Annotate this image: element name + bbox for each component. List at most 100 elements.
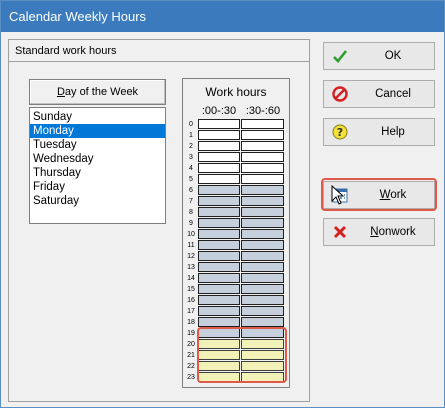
hour-row: 4 — [183, 163, 289, 174]
hour-label: 10 — [187, 231, 195, 238]
day-list-item[interactable]: Sunday — [30, 110, 165, 124]
hour-row: 9 — [183, 218, 289, 229]
hour-cell-second-half[interactable] — [241, 141, 284, 151]
hour-label: 9 — [189, 220, 193, 227]
work-hours-title: Work hours — [205, 85, 267, 99]
hour-cell-first-half[interactable] — [198, 185, 240, 195]
hour-label: 7 — [189, 198, 193, 205]
hour-row: 12 — [183, 251, 289, 262]
hour-label: 18 — [187, 319, 195, 326]
hour-row: 7 — [183, 196, 289, 207]
day-list-item[interactable]: Thursday — [30, 166, 165, 180]
hour-cell-first-half[interactable] — [198, 295, 240, 305]
hour-label: 15 — [187, 286, 195, 293]
hour-label: 6 — [189, 187, 193, 194]
hour-cell-second-half[interactable] — [241, 174, 284, 184]
hour-cell-first-half[interactable] — [198, 141, 240, 151]
hour-cell-first-half[interactable] — [198, 229, 240, 239]
hour-cell-first-half[interactable] — [198, 306, 240, 316]
hour-label: 2 — [189, 143, 193, 150]
day-list-item[interactable]: Saturday — [30, 194, 165, 208]
hour-cell-first-half[interactable] — [198, 174, 240, 184]
hour-label: 20 — [187, 341, 195, 348]
cancel-button[interactable]: Cancel — [323, 80, 435, 108]
hour-row: 5 — [183, 174, 289, 185]
hour-cell-first-half[interactable] — [198, 152, 240, 162]
hour-cell-first-half[interactable] — [198, 262, 240, 272]
hour-cell-second-half[interactable] — [241, 262, 284, 272]
hour-row: 13 — [183, 262, 289, 273]
hour-label: 3 — [189, 154, 193, 161]
hour-cell-second-half[interactable] — [241, 196, 284, 206]
hour-cell-second-half[interactable] — [241, 284, 284, 294]
window-title: Calendar Weekly Hours — [1, 1, 444, 32]
x-mark-icon — [333, 225, 347, 239]
hour-cell-second-half[interactable] — [241, 295, 284, 305]
hour-row: 10 — [183, 229, 289, 240]
ok-label: OK — [384, 50, 402, 62]
hour-cell-first-half[interactable] — [198, 273, 240, 283]
hour-row: 3 — [183, 152, 289, 163]
hour-label: 0 — [189, 121, 193, 128]
hour-row: 16 — [183, 295, 289, 306]
hour-cell-second-half[interactable] — [241, 229, 284, 239]
hour-cell-second-half[interactable] — [241, 119, 284, 129]
day-list-item[interactable]: Tuesday — [30, 138, 165, 152]
hour-cell-second-half[interactable] — [241, 163, 284, 173]
svg-text:?: ? — [337, 126, 343, 139]
group-title: Standard work hours — [9, 40, 309, 62]
cancel-label: Cancel — [375, 88, 411, 100]
nonwork-label: Nonwork — [370, 226, 416, 238]
hour-label: 23 — [187, 374, 195, 381]
hour-label: 19 — [187, 330, 195, 337]
help-icon: ? — [332, 124, 348, 140]
ok-button[interactable]: OK — [323, 42, 435, 70]
hour-label: 14 — [187, 275, 195, 282]
column-header-second-half: :30-:60 — [245, 105, 281, 117]
day-list-item[interactable]: Monday — [30, 124, 165, 138]
hour-row: 15 — [183, 284, 289, 295]
mouse-cursor-icon — [331, 185, 345, 205]
hour-cell-first-half[interactable] — [198, 251, 240, 261]
hour-cell-second-half[interactable] — [241, 130, 284, 140]
day-list-item[interactable]: Wednesday — [30, 152, 165, 166]
column-header-first-half: :00-:30 — [201, 105, 237, 117]
day-of-week-header-text: ay of the Week — [64, 86, 139, 98]
hour-cell-first-half[interactable] — [198, 284, 240, 294]
hour-cell-second-half[interactable] — [241, 251, 284, 261]
day-of-week-list[interactable]: Sunday Monday Tuesday Wednesday Thursday Frid… — [29, 107, 166, 224]
hour-cell-second-half[interactable] — [241, 273, 284, 283]
hour-cell-first-half[interactable] — [198, 218, 240, 228]
hour-label: 1 — [189, 132, 193, 139]
hour-cell-second-half[interactable] — [241, 306, 284, 316]
hour-row: 17 — [183, 306, 289, 317]
day-list-item[interactable]: Friday — [30, 180, 165, 194]
hour-cell-first-half[interactable] — [198, 317, 240, 327]
calendar-weekly-hours-dialog: Calendar Weekly Hours Standard work hour… — [0, 0, 445, 408]
hour-cell-first-half[interactable] — [198, 119, 240, 129]
hour-label: 13 — [187, 264, 195, 271]
hour-cell-first-half[interactable] — [198, 163, 240, 173]
hour-cell-second-half[interactable] — [241, 185, 284, 195]
hour-label: 22 — [187, 363, 195, 370]
checkmark-icon — [333, 50, 348, 63]
hour-label: 17 — [187, 308, 195, 315]
hour-cell-second-half[interactable] — [241, 317, 284, 327]
hour-cell-second-half[interactable] — [241, 207, 284, 217]
hour-label: 4 — [189, 165, 193, 172]
hour-cell-second-half[interactable] — [241, 152, 284, 162]
help-button[interactable]: ? Help — [323, 118, 435, 146]
hour-label: 11 — [187, 242, 195, 249]
hour-cell-first-half[interactable] — [198, 240, 240, 250]
hour-row: 6 — [183, 185, 289, 196]
hour-cell-first-half[interactable] — [198, 196, 240, 206]
hour-row: 14 — [183, 273, 289, 284]
selection-highlight-box — [197, 327, 287, 383]
hour-row: 1 — [183, 130, 289, 141]
nonwork-button[interactable]: Nonwork — [323, 218, 435, 246]
hour-cell-first-half[interactable] — [198, 207, 240, 217]
hour-cell-first-half[interactable] — [198, 130, 240, 140]
hour-cell-second-half[interactable] — [241, 218, 284, 228]
hour-cell-second-half[interactable] — [241, 240, 284, 250]
hour-row: 2 — [183, 141, 289, 152]
